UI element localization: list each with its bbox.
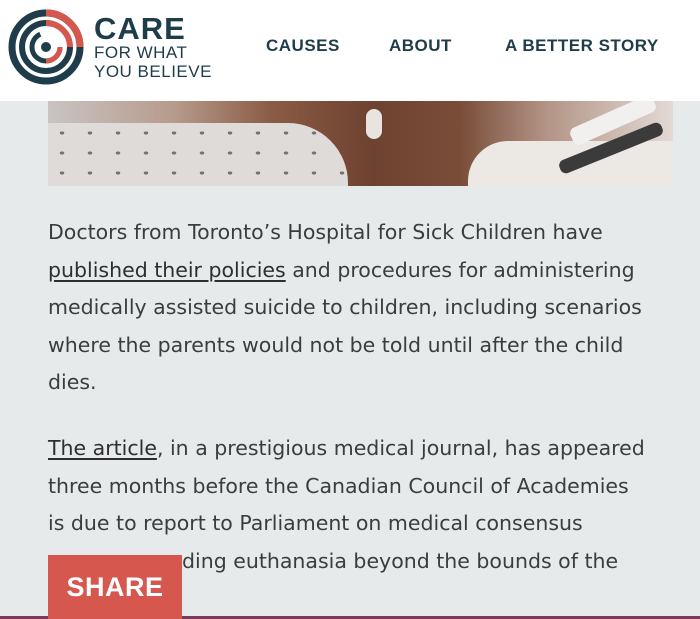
paragraph-line: where the parents would not be told unti… (48, 332, 624, 357)
share-button[interactable]: SHARE (48, 555, 182, 619)
paragraph-line: is due to report to Parliament on medica… (48, 511, 583, 536)
site-header: CARE FOR WHAT YOU BELIEVE CAUSES ABOUT A… (0, 0, 700, 101)
paragraph-line: Doctors from Toronto’s Hospital for Sick… (48, 220, 603, 244)
paragraph-line: The article, in a prestigious medical jo… (48, 430, 678, 468)
main-nav: CAUSES ABOUT A BETTER STORY (0, 36, 700, 58)
nav-causes[interactable]: CAUSES (266, 36, 340, 56)
paragraph-line: medically assisted suicide to children, … (48, 295, 642, 320)
hero-hospital-gown (48, 123, 348, 186)
hero-highlight (366, 109, 382, 139)
article-body: Doctors from Toronto’s Hospital for Sick… (48, 214, 678, 608)
nav-a-better-story[interactable]: A BETTER STORY (505, 36, 659, 56)
paragraph-line: dies. (48, 370, 97, 395)
hero-image (48, 101, 673, 186)
paragraph-text: , in a prestigious medical journal, has … (156, 435, 645, 460)
article-paragraph: Doctors from Toronto’s Hospital for Sick… (48, 214, 678, 402)
paragraph-text: and procedures for administering (285, 257, 635, 282)
published-policies-link[interactable]: published their policies (48, 258, 286, 282)
the-article-link[interactable]: The article (48, 436, 157, 460)
paragraph-line: published their policies and procedures … (48, 252, 678, 290)
nav-about[interactable]: ABOUT (389, 36, 452, 56)
paragraph-line: three months before the Canadian Council… (48, 473, 629, 498)
logo-tagline-line2: YOU BELIEVE (94, 62, 212, 81)
